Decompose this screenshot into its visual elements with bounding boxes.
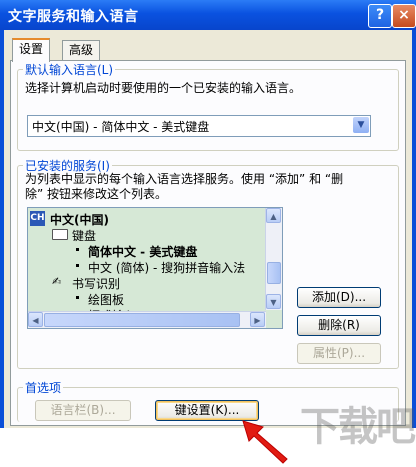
- language-badge-icon: CH: [30, 211, 45, 226]
- close-button[interactable]: ×: [392, 4, 416, 28]
- watermark-logo: 下载吧: [300, 394, 416, 454]
- chevron-down-icon[interactable]: ▼: [353, 117, 369, 133]
- scroll-down-icon[interactable]: ▼: [266, 294, 281, 309]
- bullet-icon: [76, 248, 79, 251]
- scroll-up-icon[interactable]: ▲: [266, 208, 281, 223]
- bullet-icon: [76, 296, 79, 299]
- watermark-text: 下载吧: [300, 404, 416, 450]
- dialog-client-area: 设置 高级 默认输入语言(L) 选择计算机启动时要使用的一个已安装的输入语言。 …: [4, 30, 416, 464]
- help-button[interactable]: ?: [368, 4, 392, 28]
- title-bar[interactable]: 文字服务和输入语言 ? ×: [0, 0, 416, 30]
- horizontal-scroll-thumb[interactable]: [44, 313, 240, 327]
- tab-advanced[interactable]: 高级: [62, 40, 101, 61]
- scroll-left-icon[interactable]: ◀: [28, 312, 43, 327]
- add-button[interactable]: 添加(D)...: [297, 287, 381, 308]
- red-arrow-icon: [242, 420, 288, 464]
- pen-icon: ✍: [52, 275, 62, 288]
- tree-handwriting-category[interactable]: 书写识别: [72, 275, 120, 292]
- window-title: 文字服务和输入语言: [8, 9, 139, 25]
- installed-services-description-2: 除” 按钮来修改这个列表。: [25, 187, 168, 201]
- default-language-description: 选择计算机启动时要使用的一个已安装的输入语言。: [25, 81, 302, 95]
- remove-button[interactable]: 删除(R): [297, 315, 381, 336]
- tree-language[interactable]: 中文(中国): [50, 211, 109, 228]
- scroll-right-icon[interactable]: ▶: [250, 312, 265, 327]
- default-language-value: 中文(中国) - 简体中文 - 美式键盘: [32, 120, 210, 134]
- services-tree[interactable]: CH 中文(中国) 键盘 简体中文 - 美式键盘 中文 (简体) - 搜狗拼音输…: [27, 207, 283, 329]
- tree-keyboard-item-2[interactable]: 中文 (简体) - 搜狗拼音输入法: [88, 259, 245, 276]
- default-language-label: 默认输入语言(L): [23, 61, 116, 78]
- language-bar-button[interactable]: 语言栏(B)...: [35, 400, 131, 421]
- properties-button[interactable]: 属性(P)...: [297, 343, 381, 364]
- settings-panel: 默认输入语言(L) 选择计算机启动时要使用的一个已安装的输入语言。 中文(中国)…: [10, 60, 406, 464]
- bullet-icon: [76, 264, 79, 267]
- preferences-label: 首选项: [23, 379, 64, 396]
- keyboard-icon: [52, 229, 68, 240]
- tree-keyboard-item-1[interactable]: 简体中文 - 美式键盘: [88, 243, 197, 260]
- default-language-select[interactable]: 中文(中国) - 简体中文 - 美式键盘 ▼: [27, 115, 371, 137]
- tab-settings[interactable]: 设置: [12, 38, 51, 62]
- dialog-window: 文字服务和输入语言 ? × 设置 高级 默认输入语言(L) 选择计算机启动时要使…: [0, 0, 416, 464]
- tree-handwriting-item-1[interactable]: 绘图板: [88, 291, 124, 308]
- tree-vertical-scrollbar[interactable]: ▲ ▼: [265, 208, 282, 310]
- tree-horizontal-scrollbar[interactable]: ◀ ▶: [28, 311, 266, 328]
- installed-services-description-1: 为列表中显示的每个输入语言选择服务。使用 “添加” 和 “删: [25, 172, 344, 186]
- vertical-scroll-thumb[interactable]: [267, 262, 281, 284]
- tree-keyboard-category[interactable]: 键盘: [72, 227, 96, 244]
